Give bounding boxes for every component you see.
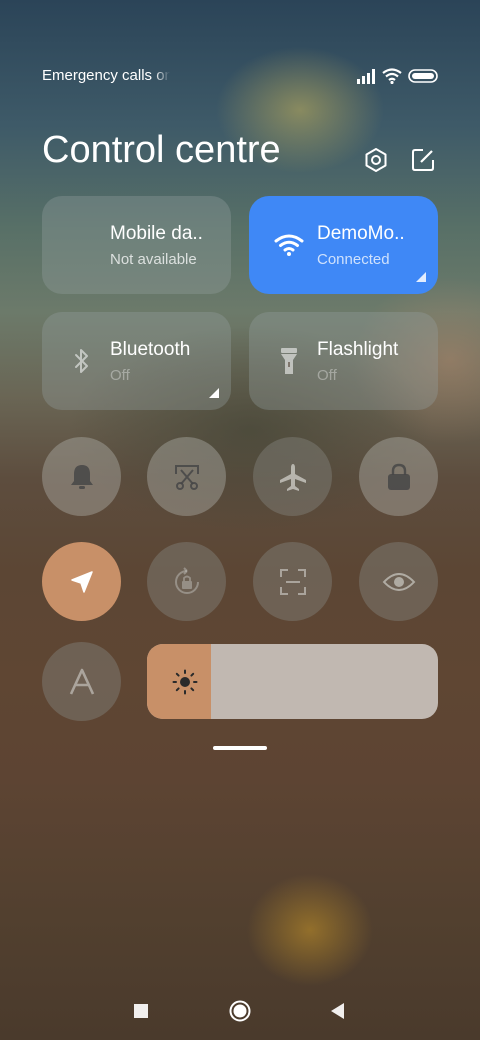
reading-mode-toggle[interactable] <box>359 542 438 621</box>
wifi-tile[interactable]: DemoMo.. Connected <box>249 196 438 294</box>
lock-icon <box>387 463 410 490</box>
mobile-data-tile[interactable]: Mobile da.. Not available <box>42 196 231 294</box>
page-title: Control centre <box>42 129 281 171</box>
location-icon <box>70 570 93 593</box>
location-toggle[interactable] <box>42 542 121 621</box>
back-icon <box>331 1003 344 1019</box>
status-text: Emergency calls only <box>42 67 170 84</box>
eye-icon <box>382 572 415 591</box>
brightness-slider[interactable] <box>147 644 438 719</box>
status-icons <box>356 68 438 84</box>
bluetooth-tile[interactable]: Bluetooth Off <box>42 312 231 410</box>
silent-toggle[interactable] <box>42 437 121 516</box>
rotation-lock-toggle[interactable] <box>147 542 226 621</box>
tile-label: Mobile da.. <box>110 223 203 244</box>
scanner-toggle[interactable] <box>253 542 332 621</box>
tile-label: Bluetooth <box>110 339 191 360</box>
tile-status: Off <box>317 367 337 384</box>
airplane-toggle[interactable] <box>253 437 332 516</box>
sun-icon <box>172 669 198 695</box>
signal-icon <box>357 69 375 84</box>
tile-label: Flashlight <box>317 339 399 360</box>
wifi-icon <box>271 230 307 260</box>
drag-handle[interactable] <box>213 746 267 750</box>
home-icon <box>229 1000 251 1022</box>
wifi-icon <box>382 68 402 84</box>
recents-button[interactable] <box>126 996 156 1026</box>
lock-toggle[interactable] <box>359 437 438 516</box>
home-button[interactable] <box>225 996 255 1026</box>
auto-brightness-toggle[interactable] <box>42 642 121 721</box>
expand-corner-icon[interactable] <box>209 388 219 398</box>
screenshot-icon <box>174 464 199 490</box>
tile-status: Connected <box>317 251 390 268</box>
settings-icon[interactable] <box>361 145 391 175</box>
tile-status: Not available <box>110 251 197 268</box>
back-button[interactable] <box>323 996 353 1026</box>
flashlight-tile[interactable]: Flashlight Off <box>249 312 438 410</box>
battery-icon <box>408 69 438 83</box>
tile-label: DemoMo.. <box>317 223 405 244</box>
scanner-icon <box>279 568 306 595</box>
screenshot-toggle[interactable] <box>147 437 226 516</box>
tile-status: Off <box>110 367 130 384</box>
auto-brightness-icon <box>69 668 94 695</box>
bell-icon <box>70 464 93 489</box>
rotation-lock-icon <box>174 566 199 594</box>
airplane-icon <box>279 463 306 491</box>
edit-icon[interactable] <box>408 145 438 175</box>
expand-corner-icon[interactable] <box>416 272 426 282</box>
status-bar: Emergency calls only <box>42 66 438 88</box>
flashlight-icon <box>271 346 307 376</box>
recents-icon <box>134 1004 148 1018</box>
bluetooth-icon <box>64 346 100 376</box>
